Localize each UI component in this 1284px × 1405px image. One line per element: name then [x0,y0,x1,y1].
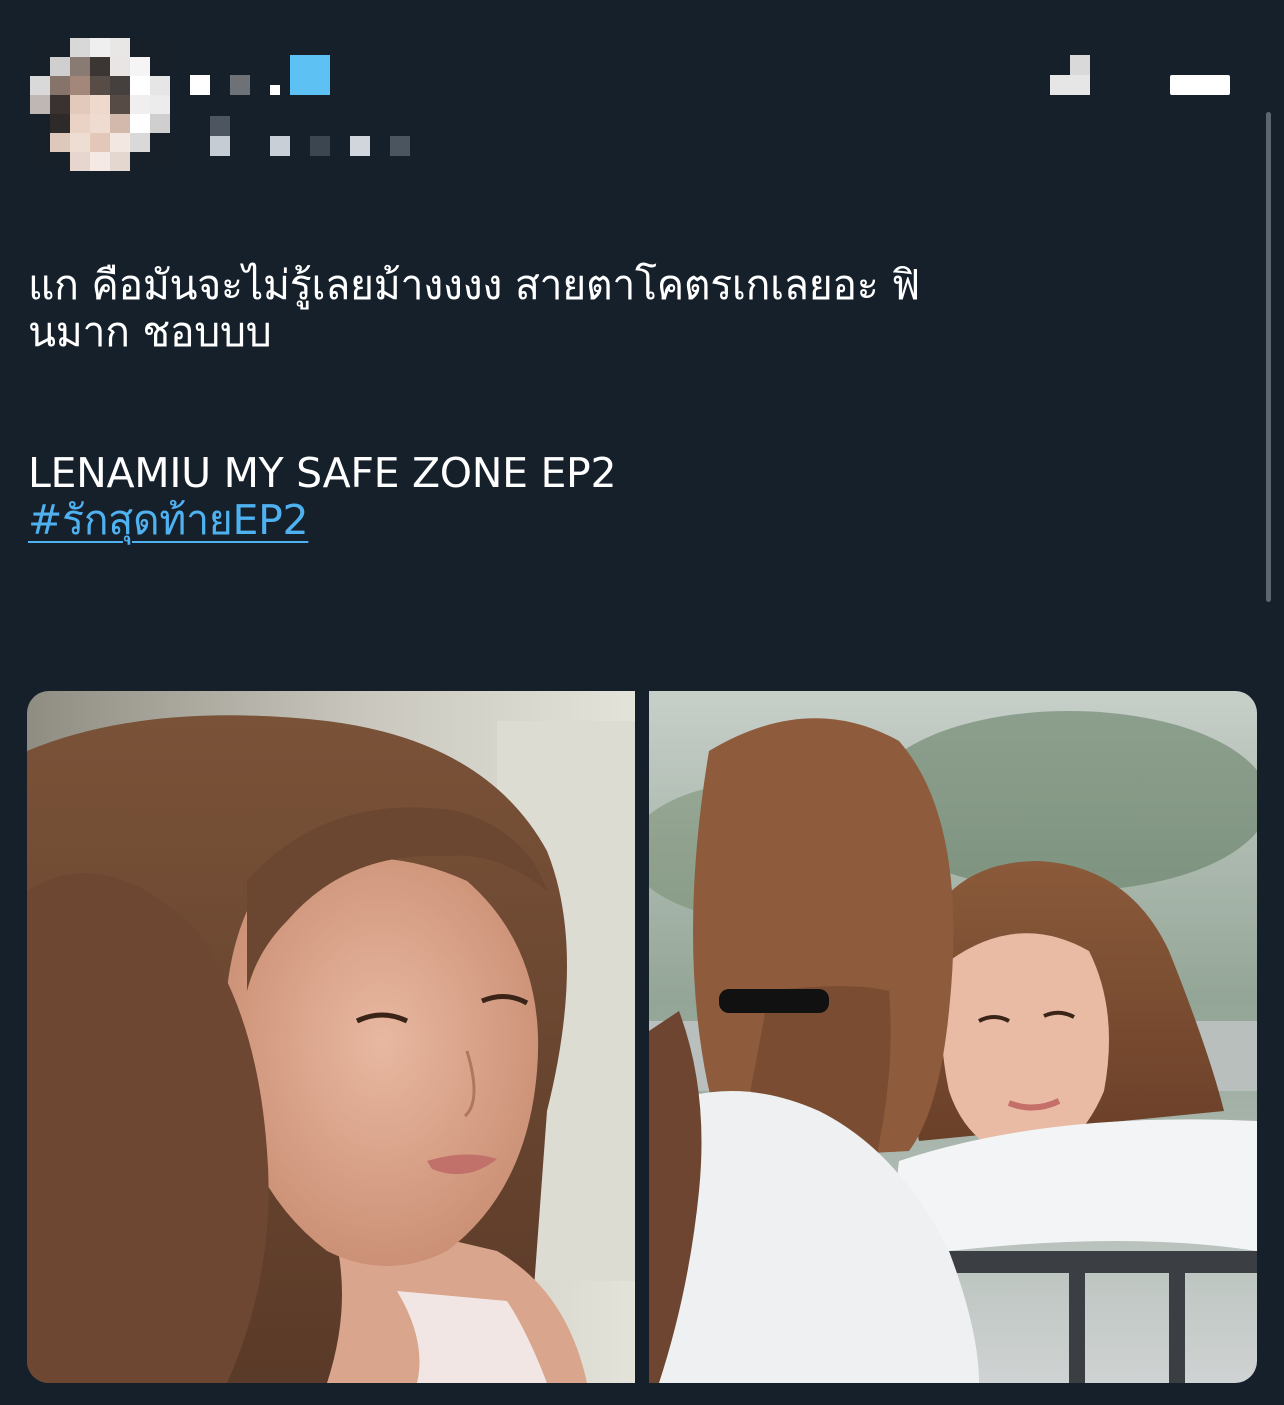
tweet-text-thai: แก คือมันจะไม่รู้เลยม้างงงง สายตาโคตรเกเ… [28,261,920,356]
hashtag-link[interactable]: #รักสุดท้ายEP2 [28,496,309,544]
photo-two-women-bench-icon [649,691,1257,1383]
photo-1[interactable] [27,691,635,1383]
follow-button[interactable] [1170,75,1230,95]
tweet-card: แก คือมันจะไม่รู้เลยม้างงงง สายตาโคตรเกเ… [0,0,1284,1405]
avatar[interactable] [30,38,170,172]
more-options-icon[interactable] [1050,55,1100,95]
tweet-text-title: LENAMIU MY SAFE ZONE EP2 [28,449,617,497]
photo-2[interactable] [649,691,1257,1383]
scrollbar[interactable] [1266,112,1271,602]
tweet-body: แก คือมันจะไม่รู้เลยม้างงงง สายตาโคตรเกเ… [28,262,1208,544]
media-grid [27,691,1257,1383]
photo-woman-closeup-icon [27,691,635,1383]
